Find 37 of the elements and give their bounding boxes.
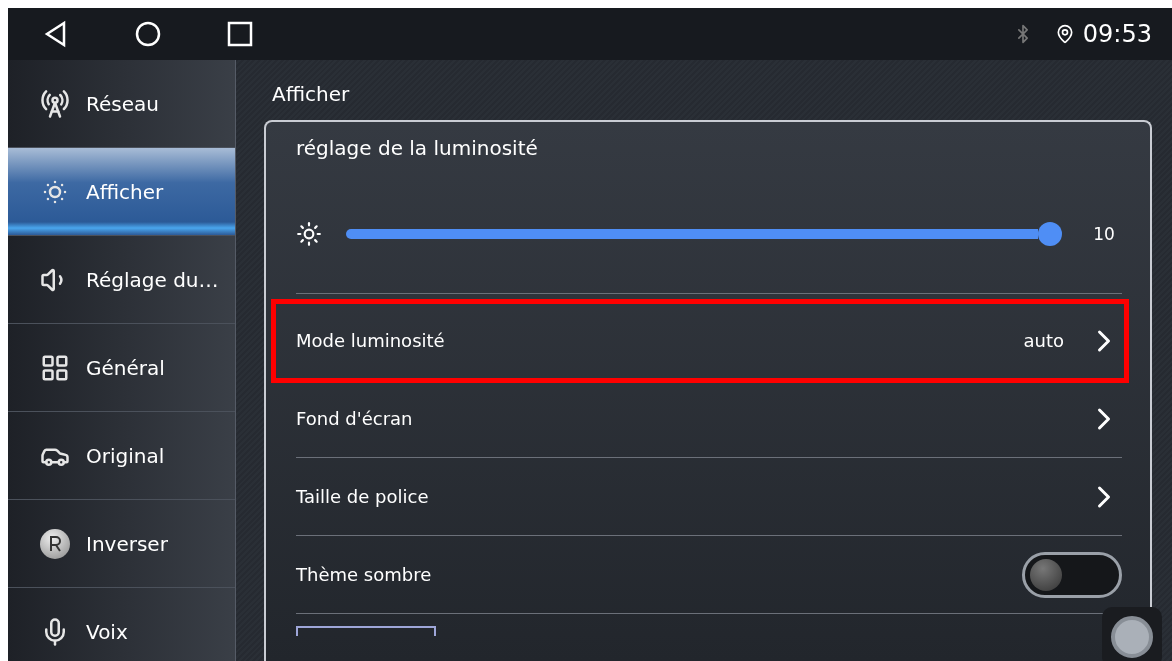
settings-row[interactable]: Taille de police: [296, 458, 1122, 536]
home-icon[interactable]: [134, 20, 162, 48]
row-label: Taille de police: [296, 486, 430, 507]
recents-icon[interactable]: [226, 20, 254, 48]
assistive-dot: [1111, 616, 1153, 658]
row-label: Fond d'écran: [296, 408, 414, 429]
sidebar-item[interactable]: Inverser: [8, 500, 235, 588]
circle-letter-icon: [40, 528, 70, 559]
sidebar-item[interactable]: Général: [8, 324, 235, 412]
sidebar-item[interactable]: Voix: [8, 588, 235, 661]
slider-thumb[interactable]: [1038, 221, 1062, 246]
sidebar-item-label: Inverser: [86, 531, 168, 556]
settings-row[interactable]: Mode luminosité auto: [274, 302, 1126, 380]
toggle-knob: [1030, 558, 1062, 591]
status-time: 09:53: [1082, 20, 1152, 48]
sidebar-item[interactable]: Afficher: [8, 148, 235, 236]
row-value: auto: [1023, 330, 1064, 351]
sidebar-item-label: Général: [86, 355, 165, 380]
sidebar-item-label: Voix: [86, 619, 128, 644]
sidebar-item-label: Original: [86, 443, 165, 468]
sidebar-item[interactable]: Réglage du…: [8, 236, 235, 324]
sidebar-item-label: Afficher: [86, 179, 164, 204]
settings-row[interactable]: Thème sombre: [296, 536, 1122, 614]
brightness-icon: [296, 220, 322, 247]
toggle-switch[interactable]: [1022, 551, 1122, 598]
floating-assistive-button[interactable]: [1102, 607, 1162, 661]
settings-row[interactable]: Fond d'écran: [296, 380, 1122, 458]
sidebar-item[interactable]: Original: [8, 412, 235, 500]
row-label: Mode luminosité: [296, 330, 446, 351]
row-label: Thème sombre: [296, 564, 433, 585]
sidebar-item-label: Réglage du…: [86, 267, 219, 292]
page-title: Afficher: [272, 82, 350, 106]
brightness-value: 10: [1092, 223, 1116, 244]
antenna-icon: [40, 88, 70, 119]
brightness-slider[interactable]: [346, 221, 1062, 246]
section-title: réglage de la luminosité: [296, 136, 538, 160]
sidebar-item-label: Réseau: [86, 91, 159, 116]
